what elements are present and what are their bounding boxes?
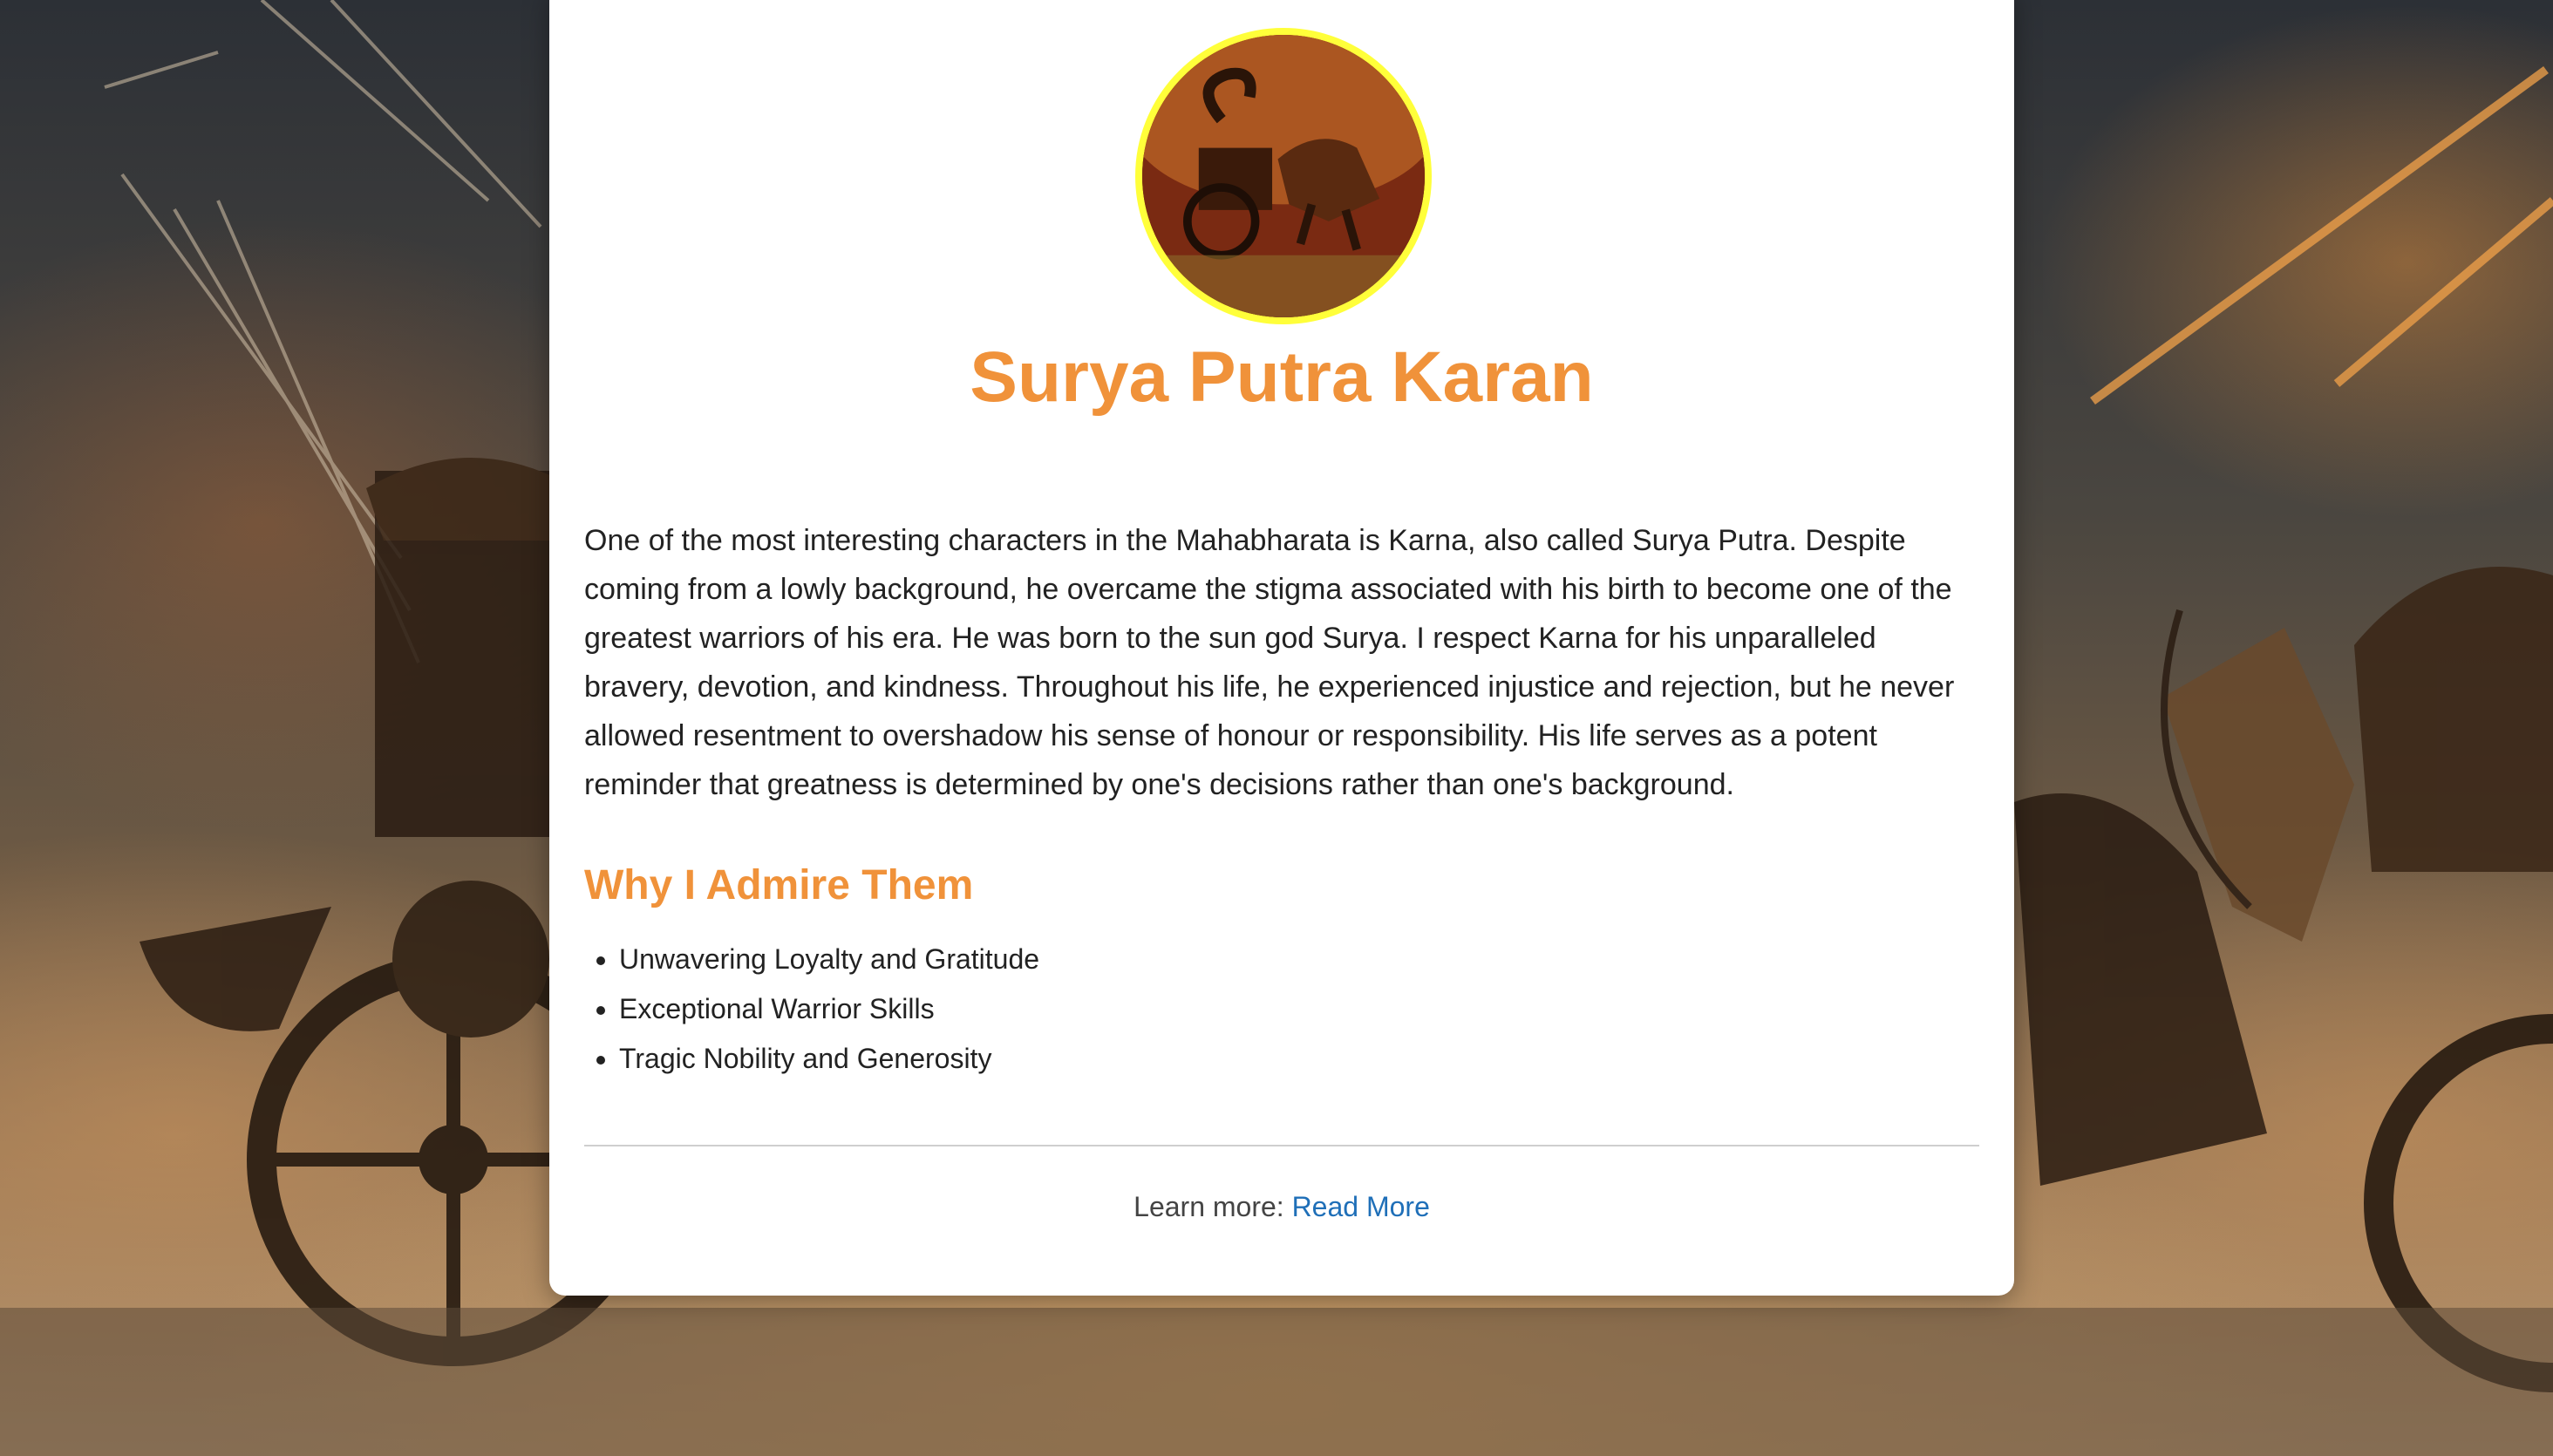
read-more-link[interactable]: Read More — [1292, 1191, 1430, 1222]
list-item: Exceptional Warrior Skills — [619, 984, 1039, 1034]
profile-avatar — [1135, 28, 1432, 324]
profile-card: Surya Putra Karan One of the most intere… — [549, 0, 2014, 1296]
list-item: Tragic Nobility and Generosity — [619, 1034, 1039, 1084]
footer-divider — [584, 1145, 1979, 1146]
chariot-image — [1142, 35, 1425, 317]
admire-heading: Why I Admire Them — [584, 862, 974, 908]
footer-label: Learn more: — [1134, 1191, 1292, 1222]
bio-paragraph: One of the most interesting characters i… — [584, 524, 1955, 801]
footer: Learn more: Read More — [549, 1191, 2014, 1223]
list-item: Unwavering Loyalty and Gratitude — [619, 935, 1039, 984]
admire-list: Unwavering Loyalty and Gratitude Excepti… — [584, 935, 1039, 1084]
page-title: Surya Putra Karan — [970, 337, 1594, 417]
